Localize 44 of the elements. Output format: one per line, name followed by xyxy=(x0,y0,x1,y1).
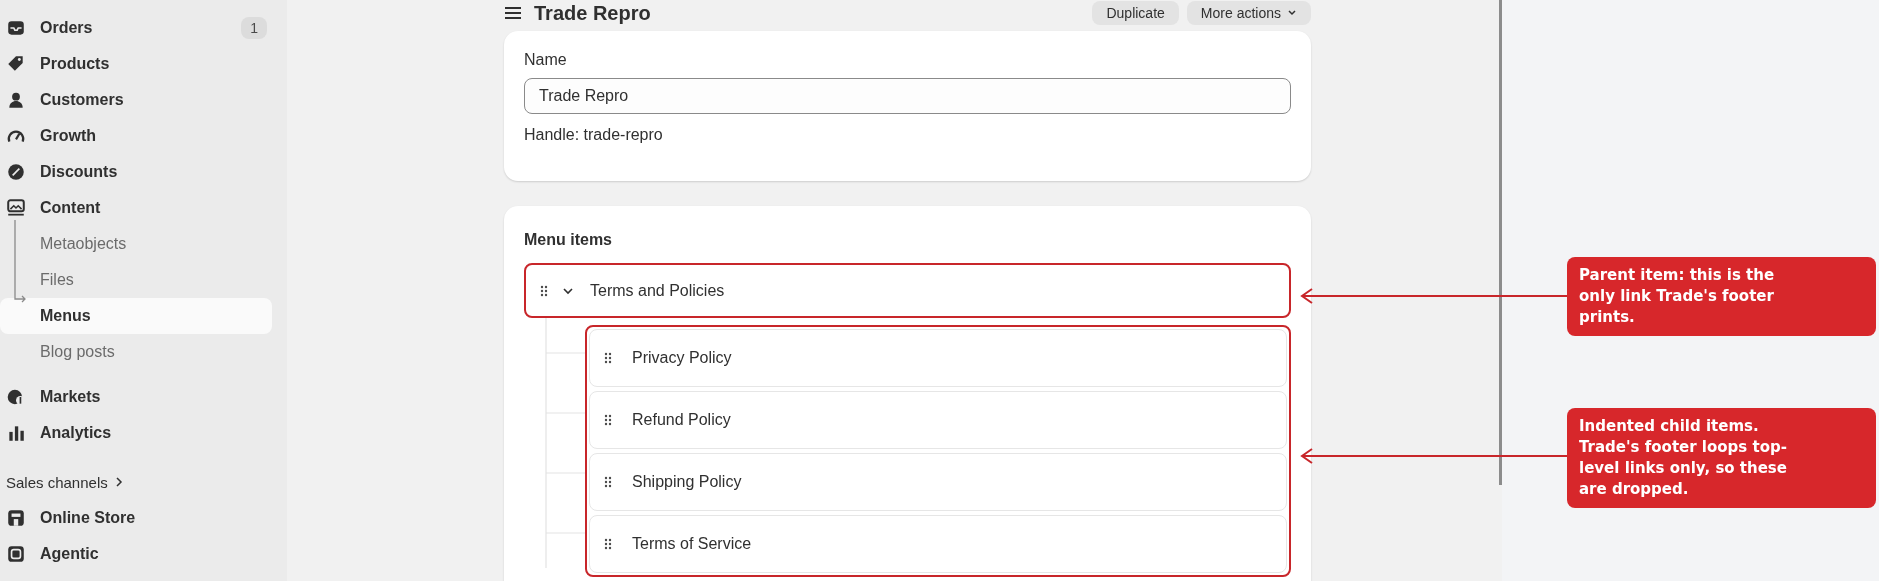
menu-item[interactable]: Shipping Policy xyxy=(589,453,1287,511)
nav-item[interactable]: Customers xyxy=(0,82,287,118)
caret-icon xyxy=(1287,8,1297,18)
scrollbar[interactable] xyxy=(1499,0,1502,485)
drag-handle-icon[interactable] xyxy=(604,538,612,550)
menu-list-icon[interactable] xyxy=(504,6,522,20)
bar-chart-icon xyxy=(6,423,26,443)
action-button[interactable]: More actions xyxy=(1186,1,1311,25)
callout: Parent item: this is the only link Trade's footer prints. xyxy=(1567,257,1876,336)
menu-item[interactable]: Terms and Policies xyxy=(524,263,1291,318)
nav-item[interactable]: Analytics xyxy=(0,415,287,451)
handle-text: Handle: trade-repro xyxy=(524,126,663,144)
chevron-right-icon xyxy=(113,477,124,487)
drag-handle-icon[interactable] xyxy=(604,414,612,426)
discount-icon xyxy=(6,162,26,182)
nav-item[interactable]: Discounts xyxy=(0,154,287,190)
nav-item[interactable]: Products xyxy=(0,46,287,82)
nav-item[interactable]: Growth xyxy=(0,118,287,154)
nav-item[interactable]: Orders 1 xyxy=(0,10,287,46)
page-title: Trade Repro xyxy=(534,1,652,25)
nav-item[interactable]: Agentic xyxy=(0,536,287,572)
nav-item[interactable]: Online Store xyxy=(0,500,287,536)
action-button[interactable]: Duplicate xyxy=(1092,1,1179,25)
count-badge: 1 xyxy=(241,17,267,39)
menu-item[interactable]: Privacy Policy xyxy=(589,329,1287,387)
drag-handle-icon[interactable] xyxy=(540,284,548,297)
nav-item[interactable]: Markets xyxy=(0,379,287,415)
nav-subitem[interactable]: Menus xyxy=(0,298,272,334)
field-label: Name xyxy=(524,51,567,68)
person-icon xyxy=(6,90,26,110)
drag-handle-icon[interactable] xyxy=(604,352,612,364)
nav-item[interactable]: Content xyxy=(0,190,287,226)
inbox-icon xyxy=(6,18,26,38)
section-link[interactable]: Sales channels xyxy=(6,464,287,500)
nav-subitem[interactable]: Files xyxy=(0,262,272,298)
card-heading: Menu items xyxy=(524,231,612,249)
menu-item[interactable]: Terms of Service xyxy=(589,515,1287,573)
nav-subitem[interactable]: Metaobjects xyxy=(0,226,272,262)
drag-handle-icon[interactable] xyxy=(604,476,612,488)
image-icon xyxy=(6,198,26,218)
menu-item[interactable]: Refund Policy xyxy=(589,391,1287,449)
name-field[interactable]: Trade Repro xyxy=(524,78,1291,114)
nav-subitem[interactable]: Blog posts xyxy=(0,334,272,370)
callout: Indented child items. Trade's footer loops top-level links only, so these are dropped. xyxy=(1567,408,1876,508)
